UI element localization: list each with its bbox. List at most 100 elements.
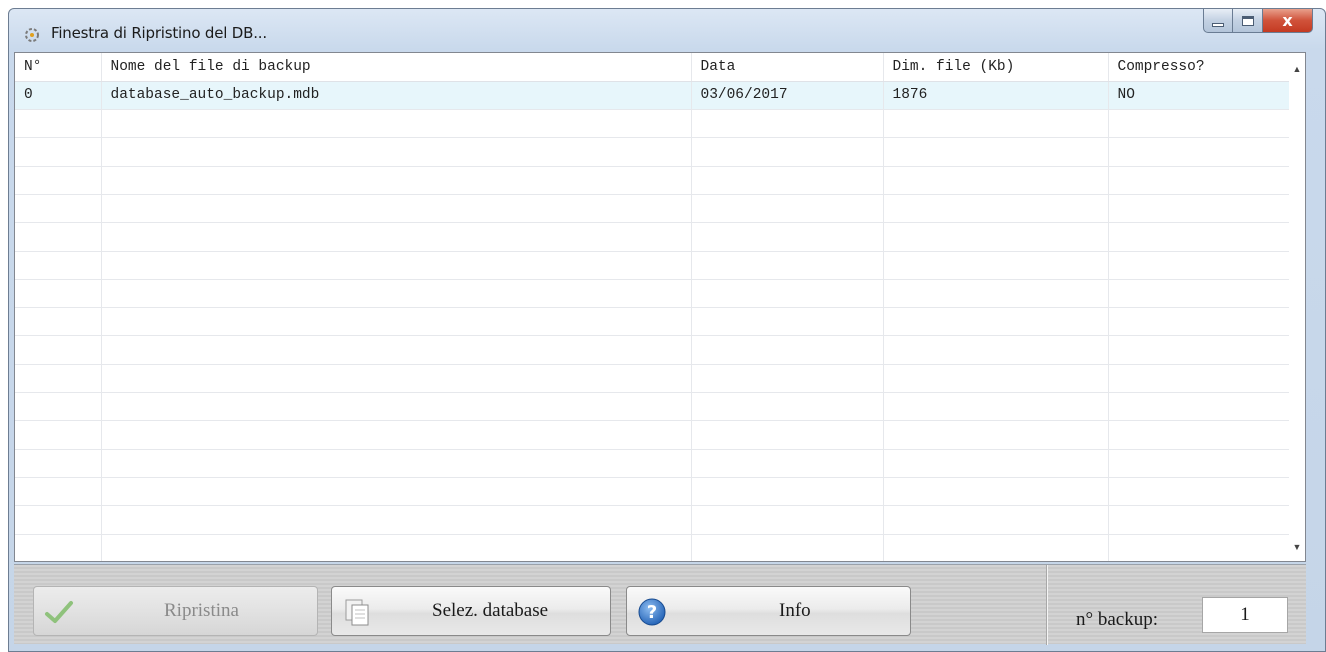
bottom-toolbar: Ripristina Selez. database ? Info n° bac… [14, 564, 1306, 645]
caption-buttons: x [1203, 9, 1313, 37]
empty-row[interactable] [15, 307, 1292, 337]
empty-cell [101, 534, 692, 561]
empty-cell [15, 420, 102, 450]
empty-cell [101, 137, 692, 167]
empty-cell [101, 392, 692, 422]
empty-row[interactable] [15, 477, 1292, 507]
empty-cell [691, 194, 884, 224]
empty-cell [1108, 364, 1292, 394]
cell-compressed: NO [1108, 81, 1292, 111]
empty-row[interactable] [15, 137, 1292, 167]
empty-row[interactable] [15, 109, 1292, 139]
empty-cell [101, 307, 692, 337]
empty-cell [1108, 166, 1292, 195]
empty-cell [691, 505, 884, 535]
empty-cell [691, 534, 884, 561]
empty-cell [101, 420, 692, 450]
empty-cell [691, 109, 884, 139]
empty-cell [883, 505, 1109, 535]
empty-cell [15, 194, 102, 224]
cell-filename: database_auto_backup.mdb [101, 81, 692, 111]
header-n[interactable]: N° [15, 53, 102, 82]
close-button[interactable]: x [1263, 9, 1313, 33]
question-icon: ? [637, 597, 667, 627]
scroll-up-icon[interactable]: ▲ [1289, 61, 1305, 77]
backup-table: N° Nome del file di backup Data Dim. fil… [15, 53, 1292, 561]
backup-grid[interactable]: N° Nome del file di backup Data Dim. fil… [14, 52, 1306, 562]
empty-row[interactable] [15, 222, 1292, 252]
empty-row[interactable] [15, 534, 1292, 561]
empty-cell [691, 222, 884, 252]
empty-cell [1108, 279, 1292, 309]
empty-cell [883, 420, 1109, 450]
minimize-button[interactable] [1203, 9, 1233, 33]
empty-cell [691, 279, 884, 309]
vertical-scrollbar[interactable]: ▲ ▼ [1289, 53, 1305, 561]
empty-row[interactable] [15, 449, 1292, 478]
empty-cell [15, 109, 102, 139]
empty-row[interactable] [15, 335, 1292, 365]
empty-cell [883, 251, 1109, 280]
empty-cell [1108, 335, 1292, 365]
empty-cell [883, 307, 1109, 337]
empty-cell [1108, 137, 1292, 167]
maximize-icon [1241, 15, 1254, 26]
empty-cell [883, 449, 1109, 478]
table-row[interactable]: 0 database_auto_backup.mdb 03/06/2017 18… [15, 81, 1292, 111]
empty-row[interactable] [15, 505, 1292, 535]
empty-cell [101, 449, 692, 478]
svg-text:?: ? [647, 602, 657, 623]
empty-row[interactable] [15, 251, 1292, 280]
empty-cell [691, 477, 884, 507]
empty-cell [883, 335, 1109, 365]
header-compressed[interactable]: Compresso? [1108, 53, 1292, 82]
minimize-icon [1212, 22, 1224, 27]
empty-row[interactable] [15, 392, 1292, 422]
empty-cell [15, 137, 102, 167]
info-button[interactable]: ? Info [626, 586, 911, 636]
empty-cell [1108, 449, 1292, 478]
empty-cell [101, 166, 692, 195]
empty-cell [883, 392, 1109, 422]
empty-cell [101, 194, 692, 224]
empty-cell [101, 251, 692, 280]
check-icon [44, 597, 74, 627]
header-size[interactable]: Dim. file (Kb) [883, 53, 1109, 82]
empty-cell [883, 109, 1109, 139]
toolbar-divider [1046, 565, 1048, 645]
empty-cell [101, 222, 692, 252]
cell-n: 0 [15, 81, 102, 111]
ripristina-label: Ripristina [164, 600, 239, 621]
empty-cell [15, 449, 102, 478]
ripristina-button[interactable]: Ripristina [33, 586, 318, 636]
empty-cell [883, 137, 1109, 167]
empty-cell [101, 109, 692, 139]
empty-cell [883, 194, 1109, 224]
empty-cell [691, 251, 884, 280]
empty-cell [15, 279, 102, 309]
empty-row[interactable] [15, 166, 1292, 195]
empty-row[interactable] [15, 194, 1292, 224]
empty-row[interactable] [15, 279, 1292, 309]
empty-cell [1108, 251, 1292, 280]
maximize-button[interactable] [1233, 9, 1263, 33]
empty-cell [1108, 194, 1292, 224]
empty-row[interactable] [15, 420, 1292, 450]
empty-cell [883, 166, 1109, 195]
header-date[interactable]: Data [691, 53, 884, 82]
header-filename[interactable]: Nome del file di backup [101, 53, 692, 82]
cell-size: 1876 [883, 81, 1109, 111]
backup-count-field[interactable]: 1 [1202, 597, 1288, 633]
empty-cell [1108, 477, 1292, 507]
empty-cell [101, 279, 692, 309]
empty-cell [15, 307, 102, 337]
empty-cell [883, 477, 1109, 507]
empty-row[interactable] [15, 364, 1292, 394]
scroll-down-icon[interactable]: ▼ [1289, 539, 1305, 555]
empty-cell [15, 392, 102, 422]
empty-cell [691, 420, 884, 450]
empty-cell [15, 222, 102, 252]
empty-cell [1108, 109, 1292, 139]
select-database-button[interactable]: Selez. database [331, 586, 611, 636]
cell-date: 03/06/2017 [691, 81, 884, 111]
